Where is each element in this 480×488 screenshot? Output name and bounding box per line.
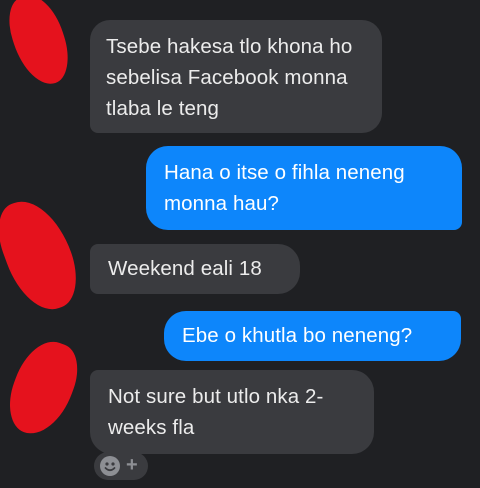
message-bubble-outgoing[interactable]: Hana o itse o fihla neneng monna hau? [146,146,462,230]
avatar-redaction [0,332,87,444]
message-bubble-incoming[interactable]: Tsebe hakesa tlo khona ho sebelisa Faceb… [90,20,382,133]
avatar-redaction [1,0,77,92]
message-bubble-incoming[interactable]: Weekend eali 18 [90,244,300,294]
avatar-redaction [0,190,88,320]
plus-icon: + [126,454,138,476]
message-bubble-outgoing[interactable]: Ebe o khutla bo neneng? [164,311,461,361]
smiley-icon [100,456,120,476]
add-reaction-button[interactable]: + [94,452,148,480]
message-bubble-incoming[interactable]: Not sure but utlo nka 2- weeks fla [90,370,374,454]
